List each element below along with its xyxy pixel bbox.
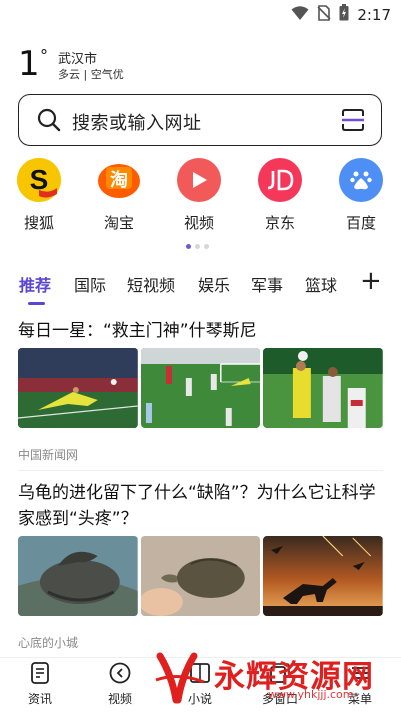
shortcut-video[interactable]: 视频 (169, 158, 229, 233)
shortcut-taobao[interactable]: 淘 淘宝 (89, 158, 149, 233)
battery-icon (339, 4, 349, 25)
news-source: 中国新闻网 (18, 448, 79, 462)
city-name: 武汉市 (58, 52, 98, 67)
news-image-row[interactable] (18, 536, 384, 616)
nav-label: 资讯 (27, 692, 52, 706)
scan-icon[interactable] (341, 108, 365, 136)
watermark-logo-icon (150, 652, 210, 708)
news-image (263, 536, 384, 616)
tab-short-video[interactable]: 短视频 (127, 272, 175, 296)
page-indicator (186, 244, 209, 249)
page-dot (186, 244, 191, 249)
nav-video[interactable]: 视频 (90, 662, 150, 707)
news-title[interactable]: 乌龟的进化留下了什么“缺陷”？为什么它让科学家感到“头疼”？ (18, 480, 384, 532)
sohu-logo-icon: S (17, 158, 61, 202)
watermark-url: www.yhkjjj.com (268, 688, 354, 701)
nav-label: 视频 (107, 692, 132, 706)
divider (18, 470, 383, 471)
category-tabs: 推荐 国际 短视频 娱乐 军事 篮球 + (0, 266, 401, 306)
search-icon (37, 108, 61, 136)
shortcut-jd[interactable]: 京东 (250, 158, 310, 233)
search-placeholder: 搜索或输入网址 (72, 113, 202, 134)
nav-news[interactable]: 资讯 (10, 662, 70, 707)
status-time: 2:17 (357, 5, 391, 24)
news-image (263, 348, 384, 428)
shortcut-label: 搜狐 (23, 214, 54, 232)
news-title[interactable]: 每日一星：“救主门神”什琴斯尼 (18, 316, 257, 341)
weather-condition: 多云 | 空气优 (58, 68, 124, 81)
video-circle-icon (90, 662, 150, 684)
shortcut-label: 视频 (183, 214, 214, 232)
video-play-icon (177, 158, 221, 202)
status-bar: 2:17 (0, 0, 401, 28)
active-tab-indicator (28, 302, 45, 305)
search-input[interactable]: 搜索或输入网址 (18, 94, 382, 146)
watermark: 永辉资源网 www.yhkjjj.com (150, 648, 390, 712)
news-image (140, 348, 261, 428)
shortcut-baidu[interactable]: 百度 (331, 158, 391, 233)
temperature: 1 (18, 44, 40, 84)
news-source: 心底的小城 (18, 636, 79, 650)
degree-symbol: ° (40, 46, 48, 65)
page-dot (204, 244, 209, 249)
news-image-row[interactable] (18, 348, 384, 428)
news-doc-icon (10, 662, 70, 684)
tab-entertainment[interactable]: 娱乐 (198, 272, 230, 296)
news-image (140, 536, 261, 616)
wifi-icon (291, 5, 309, 25)
tab-international[interactable]: 国际 (74, 272, 106, 296)
page-dot (195, 244, 200, 249)
tab-recommend[interactable]: 推荐 (19, 272, 51, 296)
jd-logo-icon (258, 158, 302, 202)
shortcut-sohu[interactable]: S 搜狐 (9, 158, 69, 233)
baidu-paw-icon (339, 158, 383, 202)
news-image (18, 536, 138, 616)
shortcut-label: 百度 (345, 214, 376, 232)
shortcut-label: 京东 (264, 214, 295, 232)
add-tab-icon[interactable]: + (360, 266, 382, 296)
shortcut-label: 淘宝 (103, 214, 134, 232)
svg-text:淘: 淘 (110, 169, 128, 191)
tab-military[interactable]: 军事 (251, 272, 283, 296)
tab-basketball[interactable]: 篮球 (305, 272, 337, 296)
taobao-logo-icon: 淘 (97, 158, 141, 202)
shortcut-grid: S 搜狐 淘 淘宝 视频 京东 百度 (0, 158, 401, 238)
news-image (18, 348, 138, 428)
no-sim-icon (317, 4, 331, 25)
